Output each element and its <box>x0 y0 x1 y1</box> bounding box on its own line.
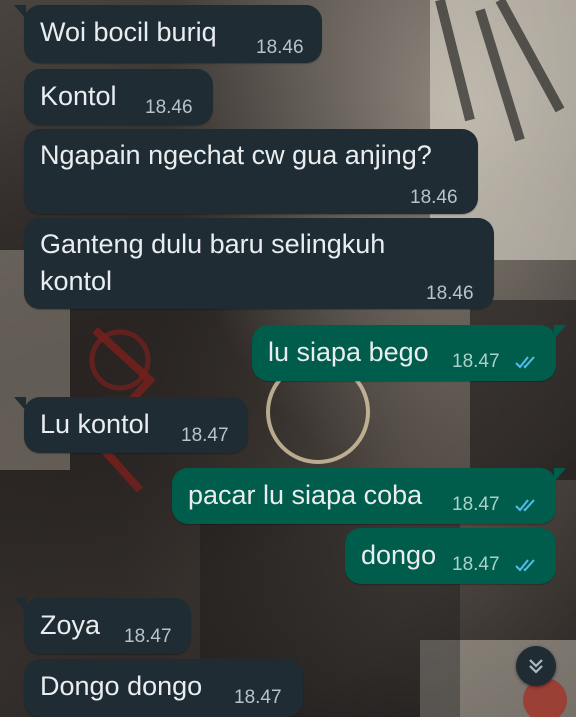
message-text: Zoya <box>40 610 101 640</box>
incoming-message-bubble[interactable]: Ngapain ngechat cw gua anjing? 18.46 <box>24 129 478 214</box>
incoming-message-bubble[interactable]: Zoya 18.47 <box>14 598 191 654</box>
double-chevron-down-icon <box>529 659 543 674</box>
message-text: Dongo dongo <box>40 671 203 701</box>
message-text: pacar lu siapa coba <box>188 480 423 510</box>
incoming-message-bubble[interactable]: Kontol 18.46 <box>24 69 213 125</box>
incoming-message-bubble[interactable]: Ganteng dulu baru selingkuh kontol 18.46 <box>24 218 494 309</box>
message-timestamp: 18.47 <box>124 626 172 647</box>
read-ticks-icon <box>515 559 535 572</box>
message-timestamp: 18.47 <box>234 687 282 708</box>
message-timestamp: 18.47 <box>452 554 500 575</box>
message-text: Lu kontol <box>40 409 150 439</box>
read-ticks-icon <box>515 499 535 512</box>
message-timestamp: 18.46 <box>426 283 474 304</box>
incoming-message-bubble[interactable]: Woi bocil buriq 18.46 <box>14 5 322 63</box>
message-timestamp: 18.46 <box>145 97 193 118</box>
message-text: lu siapa bego <box>268 337 429 367</box>
message-text: Kontol <box>40 81 117 111</box>
message-text: Woi bocil buriq <box>40 17 217 47</box>
message-text-line: kontol <box>40 266 113 296</box>
message-text-line: Ganteng dulu baru selingkuh <box>40 229 386 259</box>
message-text: dongo <box>361 540 437 570</box>
incoming-message-bubble[interactable]: Lu kontol 18.47 <box>14 397 248 453</box>
message-timestamp: 18.47 <box>452 494 500 515</box>
scroll-to-bottom-button[interactable] <box>516 646 556 686</box>
message-timestamp: 18.47 <box>181 425 229 446</box>
incoming-message-bubble[interactable]: Dongo dongo 18.47 <box>24 659 303 717</box>
read-ticks-icon <box>515 356 535 369</box>
message-timestamp: 18.46 <box>256 37 304 58</box>
outgoing-message-bubble[interactable]: dongo 18.47 <box>345 528 556 584</box>
message-timestamp: 18.46 <box>410 187 458 208</box>
outgoing-message-bubble[interactable]: pacar lu siapa coba 18.47 <box>172 468 566 524</box>
message-list[interactable]: Woi bocil buriq 18.46 Kontol 18.46 Ngapa… <box>0 0 576 717</box>
outgoing-message-bubble[interactable]: lu siapa bego 18.47 <box>252 325 566 381</box>
message-text: Ngapain ngechat cw gua anjing? <box>40 140 432 170</box>
message-timestamp: 18.47 <box>452 351 500 372</box>
